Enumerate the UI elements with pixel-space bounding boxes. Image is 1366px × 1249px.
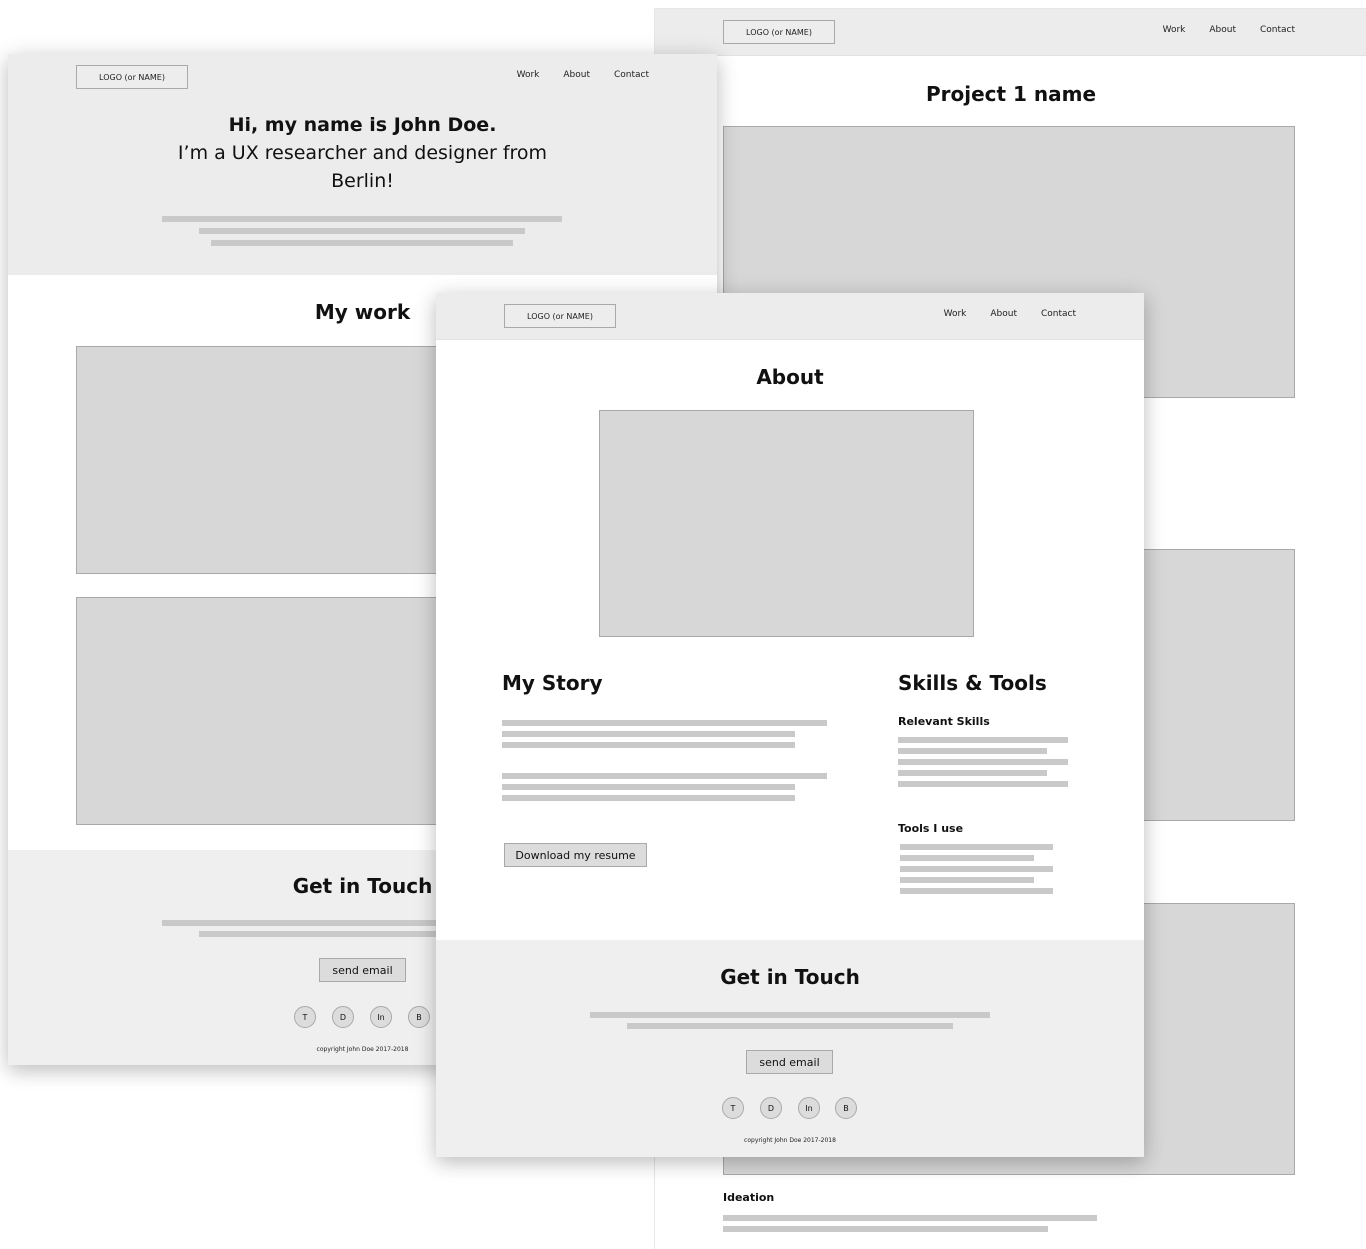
- tools-label: Tools I use: [898, 822, 964, 835]
- text-line: [502, 720, 827, 726]
- project-nav: LOGO (or NAME) Work About Contact: [655, 9, 1366, 56]
- text-line: [900, 866, 1053, 872]
- logo[interactable]: LOGO (or NAME): [76, 65, 188, 89]
- relevant-skills-label: Relevant Skills: [898, 715, 990, 728]
- text-line: [627, 1023, 953, 1029]
- text-line: [199, 228, 525, 234]
- send-email-button[interactable]: send email: [746, 1050, 833, 1074]
- send-email-button[interactable]: send email: [319, 958, 406, 982]
- text-line: [900, 855, 1034, 861]
- twitter-icon[interactable]: T: [722, 1097, 744, 1119]
- text-line: [590, 1012, 990, 1018]
- nav-contact[interactable]: Contact: [1260, 25, 1295, 35]
- project-title: Project 1 name: [925, 82, 1097, 106]
- nav-contact[interactable]: Contact: [614, 70, 649, 80]
- copyright: copyright John Doe 2017-2018: [744, 1137, 836, 1144]
- hero-title: Hi, my name is John Doe.: [228, 114, 497, 136]
- text-line: [502, 784, 795, 790]
- blog-icon[interactable]: B: [835, 1097, 857, 1119]
- download-resume-button[interactable]: Download my resume: [504, 843, 647, 867]
- contact-heading: Get in Touch: [720, 965, 860, 989]
- text-line: [502, 742, 795, 748]
- logo[interactable]: LOGO (or NAME): [504, 304, 616, 328]
- logo[interactable]: LOGO (or NAME): [723, 20, 835, 44]
- nav-links: Work About Contact: [517, 70, 649, 80]
- nav-work[interactable]: Work: [517, 70, 540, 80]
- linkedin-icon[interactable]: In: [798, 1097, 820, 1119]
- nav-about[interactable]: About: [990, 309, 1017, 319]
- hero-subtitle-line2: Berlin!: [331, 170, 394, 192]
- about-title: About: [756, 365, 824, 389]
- text-line: [502, 731, 795, 737]
- text-line: [723, 1215, 1097, 1221]
- nav-work[interactable]: Work: [944, 309, 967, 319]
- text-line: [898, 781, 1068, 787]
- nav-work[interactable]: Work: [1163, 25, 1186, 35]
- about-nav: LOGO (or NAME) Work About Contact: [436, 293, 1144, 340]
- about-photo: [599, 410, 974, 637]
- text-line: [900, 888, 1053, 894]
- text-line: [502, 773, 827, 779]
- about-page: LOGO (or NAME) Work About Contact About …: [436, 293, 1144, 1157]
- home-nav: LOGO (or NAME) Work About Contact: [8, 54, 717, 100]
- nav-about[interactable]: About: [1209, 25, 1236, 35]
- nav-about[interactable]: About: [563, 70, 590, 80]
- blog-icon[interactable]: B: [408, 1006, 430, 1028]
- story-heading: My Story: [502, 671, 603, 695]
- text-line: [211, 240, 513, 246]
- text-line: [502, 795, 795, 801]
- text-line: [723, 1226, 1048, 1232]
- text-line: [900, 877, 1034, 883]
- nav-links: Work About Contact: [944, 309, 1076, 319]
- about-footer: Get in Touch send email T D In B copyrig…: [436, 940, 1144, 1157]
- text-line: [898, 737, 1068, 743]
- text-line: [898, 770, 1047, 776]
- nav-links: Work About Contact: [1163, 25, 1295, 35]
- hero-subtitle-line1: I’m a UX researcher and designer from: [177, 142, 548, 164]
- text-line: [898, 759, 1068, 765]
- section-ideation-heading: Ideation: [723, 1191, 775, 1204]
- linkedin-icon[interactable]: In: [370, 1006, 392, 1028]
- dribbble-icon[interactable]: D: [332, 1006, 354, 1028]
- twitter-icon[interactable]: T: [294, 1006, 316, 1028]
- nav-contact[interactable]: Contact: [1041, 309, 1076, 319]
- skills-heading: Skills & Tools: [898, 671, 1047, 695]
- text-line: [898, 748, 1047, 754]
- text-line: [162, 216, 562, 222]
- text-line: [900, 844, 1053, 850]
- dribbble-icon[interactable]: D: [760, 1097, 782, 1119]
